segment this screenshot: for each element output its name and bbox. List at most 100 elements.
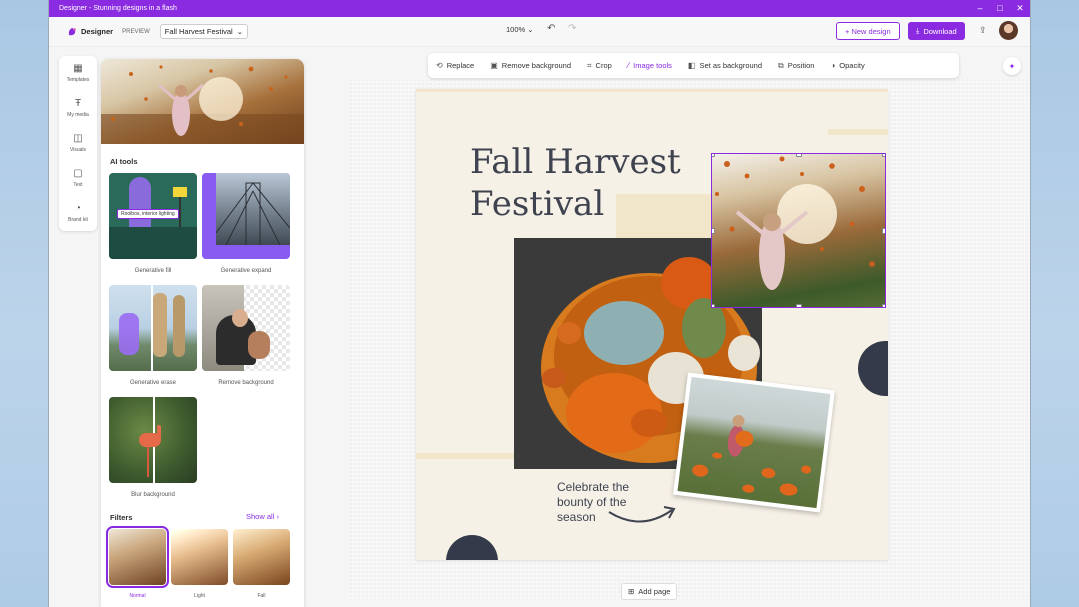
replace-button[interactable]: ⟲ Replace [436, 61, 474, 70]
show-all-link[interactable]: Show all › [246, 512, 279, 521]
tool-label: Generative erase [129, 380, 177, 386]
undo-icon[interactable]: ↶ [547, 23, 555, 34]
selected-image-preview [101, 59, 304, 144]
rail-item-label: Brand kit [68, 217, 88, 223]
ctx-label: Image tools [633, 61, 672, 70]
curved-arrow-icon [608, 506, 676, 523]
pumpkin-patch-illustration [692, 414, 812, 496]
maximize-icon[interactable]: □ [990, 0, 1010, 17]
dark-semicircle-shape[interactable] [858, 341, 888, 396]
ai-tools-title: AI tools [110, 157, 138, 166]
new-design-label: + New design [845, 26, 891, 36]
generative-expand-thumbnail [202, 173, 290, 259]
add-page-icon: ⊞ [628, 587, 635, 596]
filter-light[interactable]: Light [171, 529, 228, 599]
filter-normal[interactable]: Normal [106, 526, 169, 599]
generative-erase-tool[interactable]: Generative erase [109, 285, 197, 386]
resize-handle[interactable] [882, 304, 885, 307]
autumn-leaves-photo [101, 65, 304, 144]
rail-item-visuals[interactable]: ◫ Visuals [59, 126, 97, 161]
blur-background-thumbnail [109, 397, 197, 483]
rail-item-text[interactable]: ▢ Text [59, 161, 97, 196]
app-window: Designer - Stunning designs in a flash –… [48, 0, 1031, 607]
rail-item-label: My media [67, 112, 89, 118]
rail-item-label: Text [73, 182, 83, 188]
left-rail: ▦ Templates Ŧ My media ◫ Visuals ▢ Text ◔ Bra… [59, 56, 97, 231]
pumpkin-patch-image [677, 376, 831, 509]
opacity-icon: ◑ [830, 61, 836, 70]
document-name-dropdown[interactable]: Fall Harvest Festival ⌄ [159, 24, 249, 39]
resize-handle[interactable] [882, 154, 885, 157]
remove-background-icon: ▣ [490, 61, 498, 70]
filter-label: Normal [129, 593, 146, 599]
zoom-dropdown[interactable]: 100% ⌄ [506, 25, 534, 34]
download-button[interactable]: ⤓ Download [908, 22, 965, 40]
visuals-icon: ◫ [73, 133, 83, 144]
remove-background-button[interactable]: ▣ Remove background [490, 61, 571, 70]
set-background-icon: ◧ [687, 61, 696, 70]
decorative-stripe [416, 453, 514, 459]
show-all-label: Show all [246, 512, 275, 521]
designer-logo-icon [68, 27, 76, 35]
window-title: Designer - Stunning designs in a flash [59, 5, 177, 12]
document-name: Fall Harvest Festival [164, 27, 233, 36]
title-line-2: Festival [470, 184, 605, 224]
resize-handle[interactable] [712, 154, 715, 157]
set-as-background-button[interactable]: ◧ Set as background [688, 61, 762, 70]
minimize-icon[interactable]: – [970, 0, 990, 17]
app-header: Designer PREVIEW Fall Harvest Festival ⌄… [49, 17, 1030, 47]
rail-item-label: Visuals [69, 147, 87, 153]
design-artboard[interactable]: Fall Harvest Festival Celebrate the boun… [416, 89, 888, 560]
dark-semicircle-shape[interactable] [446, 535, 498, 560]
remove-background-tool[interactable]: Remove background [202, 285, 290, 386]
resize-handle[interactable] [796, 304, 802, 307]
filter-fall[interactable]: Fall [233, 529, 290, 599]
zoom-level: 100% [506, 25, 526, 34]
rail-item-brand-kit[interactable]: ◔ Brand kit [59, 196, 97, 231]
blur-background-tool[interactable]: Blur background [109, 397, 197, 498]
ctx-label: Position [787, 61, 815, 70]
generative-expand-tool[interactable]: Generative expand [202, 173, 290, 274]
ctx-label: Opacity [839, 61, 865, 70]
opacity-button[interactable]: ◑ Opacity [830, 61, 864, 70]
pumpkin-patch-photo[interactable] [673, 372, 835, 513]
resize-handle[interactable] [796, 154, 802, 157]
resize-handle[interactable] [712, 304, 715, 307]
ctx-label: Remove background [501, 61, 572, 70]
rail-item-templates[interactable]: ▦ Templates [59, 56, 97, 91]
resize-handle[interactable] [882, 228, 885, 234]
filter-thumbnail [171, 529, 228, 585]
decorative-stripe [416, 89, 888, 92]
remove-background-thumbnail [202, 285, 290, 371]
add-page-label: Add page [638, 587, 671, 596]
tool-label: Blur background [131, 492, 175, 498]
ctx-label: Replace [446, 61, 475, 70]
preview-badge: PREVIEW [122, 28, 150, 35]
position-button[interactable]: ⧉ Position [778, 61, 814, 71]
image-tools-button[interactable]: ⁄ Image tools [628, 61, 672, 70]
close-icon[interactable]: ✕ [1010, 0, 1030, 17]
design-title[interactable]: Fall Harvest Festival [470, 141, 681, 225]
add-page-button[interactable]: ⊞ Add page [621, 583, 678, 600]
avatar[interactable] [999, 21, 1018, 40]
resize-handle[interactable] [712, 228, 715, 234]
image-context-toolbar: ⟲ Replace ▣ Remove background ⌗ Crop ⁄ Image… [428, 53, 959, 78]
download-label: Download [923, 26, 957, 36]
generative-erase-thumbnail [109, 285, 197, 371]
copilot-icon[interactable]: ✦ [1003, 57, 1021, 75]
rail-item-label: Templates [66, 77, 90, 83]
crop-button[interactable]: ⌗ Crop [587, 61, 612, 71]
generative-fill-tool[interactable]: Rooibos, interior lighting Generative fi… [109, 173, 197, 274]
rail-item-my-media[interactable]: Ŧ My media [59, 91, 97, 126]
designer-logo[interactable]: Designer [67, 27, 113, 37]
tool-label: Generative fill [134, 268, 172, 274]
decorative-stripe [828, 129, 888, 135]
ctx-label: Set as background [699, 61, 763, 70]
redo-icon[interactable]: ↷ [568, 23, 576, 34]
title-line-1: Fall Harvest [470, 142, 681, 182]
selected-autumn-photo[interactable] [711, 153, 886, 308]
new-design-button[interactable]: + New design [836, 22, 900, 40]
prompt-chip: Rooibos, interior lighting [117, 209, 179, 219]
replace-icon: ⟲ [436, 61, 443, 70]
share-icon[interactable]: ⇪ [979, 25, 987, 36]
